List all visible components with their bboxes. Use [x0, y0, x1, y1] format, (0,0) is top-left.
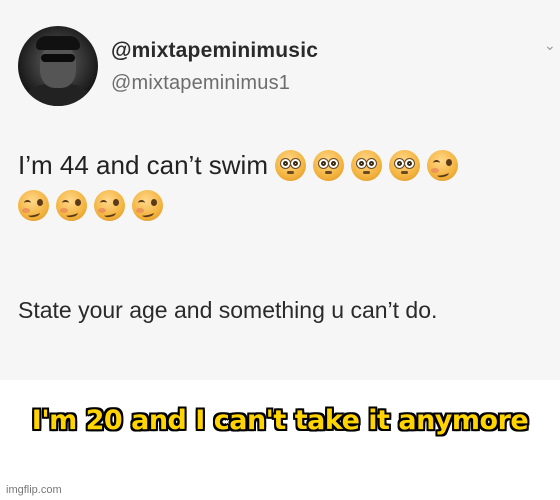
meme-caption-area: [0, 380, 560, 500]
quoted-text: State your age and something u can’t do.: [18, 297, 438, 323]
avatar-hat: [36, 36, 80, 50]
woozy-face-emoji: [94, 189, 125, 221]
tweet-text-line-1: I’m 44 and can’t swim: [18, 144, 548, 186]
avatar-glasses: [41, 54, 75, 62]
woozy-face-emoji: [132, 189, 163, 221]
woozy-face-emoji: [426, 149, 458, 181]
tweet-card: @mixtapeminimusic @mixtapeminimus1 ⌄ I’m…: [0, 0, 560, 380]
watermark: imgflip.com: [6, 484, 62, 496]
user-handle[interactable]: @mixtapeminimus1: [111, 72, 290, 95]
display-name[interactable]: @mixtapeminimusic: [111, 39, 318, 63]
flushed-face-emoji: [312, 149, 344, 181]
avatar[interactable]: [18, 26, 98, 106]
chevron-down-icon[interactable]: ⌄: [544, 38, 558, 52]
tweet-text: I’m 44 and can’t swim: [18, 144, 548, 224]
flushed-face-emoji: [350, 149, 382, 181]
woozy-face-emoji: [56, 189, 87, 221]
tweet-text-line-2: [18, 186, 548, 224]
avatar-face: [40, 44, 76, 88]
woozy-face-emoji: [18, 189, 49, 221]
tweet-body: I’m 44 and can’t swim: [18, 150, 268, 180]
flushed-face-emoji: [274, 149, 306, 181]
flushed-face-emoji: [388, 149, 420, 181]
meme-caption: I'm 20 and I can't take it anymore: [31, 405, 529, 436]
